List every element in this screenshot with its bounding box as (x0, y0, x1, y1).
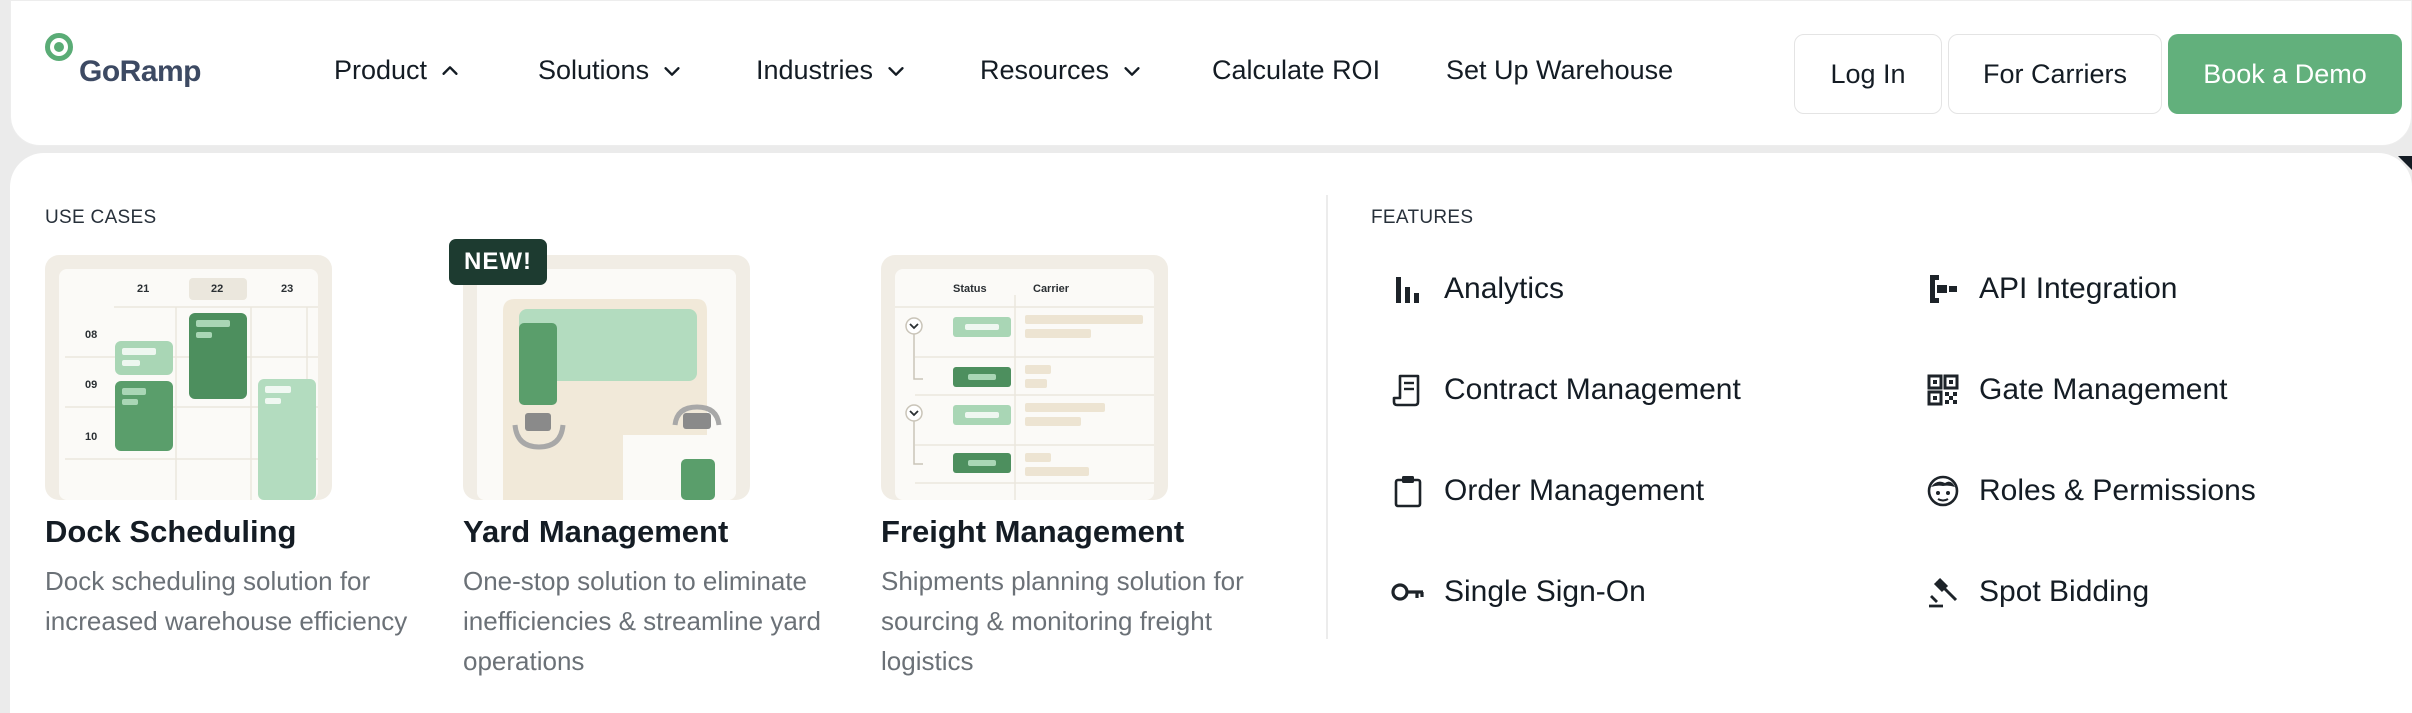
calendar-illustration (65, 278, 318, 500)
top-navigation-bar: GoRamp Product Solutions Industries Reso… (10, 0, 2412, 146)
bar-chart-icon (1388, 269, 1428, 309)
api-integration-icon (1923, 269, 1963, 309)
nav-solutions-label: Solutions (538, 55, 650, 85)
nav-calculate-roi[interactable]: Calculate ROI (1212, 55, 1380, 86)
calendar-day-22: 22 (211, 283, 224, 295)
feature-api-integration-label: API Integration (1979, 272, 2178, 305)
chevron-down-icon (888, 66, 904, 76)
feature-spot-bidding[interactable]: Spot Bidding (1923, 572, 2149, 612)
freight-col-carrier: Carrier (1033, 283, 1070, 295)
nav-set-up-warehouse[interactable]: Set Up Warehouse (1446, 55, 1673, 86)
yard-management-description: One-stop solution to eliminate inefficie… (463, 566, 821, 676)
dock-scheduling-illustration[interactable]: 21 22 23 08 09 10 (45, 255, 332, 500)
face-icon (1923, 471, 1963, 511)
new-badge: NEW! (449, 239, 547, 285)
calendar-hour-09: 09 (85, 379, 98, 391)
features-heading: FEATURES (1371, 207, 1474, 228)
feature-analytics[interactable]: Analytics (1388, 269, 1564, 309)
key-icon (1388, 572, 1428, 612)
contract-icon (1388, 370, 1428, 410)
nav-resources-label: Resources (980, 55, 1110, 85)
calendar-hour-08: 08 (85, 329, 98, 341)
qr-code-icon (1923, 370, 1963, 410)
freight-management-link[interactable]: Freight Management (881, 514, 1184, 550)
feature-gate-management[interactable]: Gate Management (1923, 370, 2227, 410)
nav-industries[interactable]: Industries (756, 55, 907, 86)
freight-management-description: Shipments planning solution for sourcing… (881, 566, 1244, 676)
nav-product[interactable]: Product (334, 55, 461, 86)
feature-single-sign-on-label: Single Sign-On (1444, 575, 1646, 608)
yard-illustration (477, 269, 736, 500)
freight-management-illustration[interactable]: Status Carrier (881, 255, 1168, 500)
yard-management-illustration-inner (477, 269, 736, 500)
yard-management-illustration[interactable] (463, 255, 750, 500)
yard-management-link[interactable]: Yard Management (463, 514, 728, 550)
feature-order-management[interactable]: Order Management (1388, 471, 1704, 511)
feature-analytics-label: Analytics (1444, 272, 1565, 305)
book-a-demo-button[interactable]: Book a Demo (2168, 34, 2402, 114)
chevron-down-icon (664, 66, 680, 76)
feature-single-sign-on[interactable]: Single Sign-On (1388, 572, 1646, 612)
use-cases-heading: USE CASES (45, 207, 157, 228)
log-in-button[interactable]: Log In (1794, 34, 1942, 114)
nav-product-label: Product (334, 55, 428, 85)
nav-industries-label: Industries (756, 55, 874, 85)
menu-divider (1326, 195, 1328, 639)
feature-roles-permissions[interactable]: Roles & Permissions (1923, 471, 2256, 511)
goramp-logo-icon (45, 33, 73, 61)
feature-contract-management[interactable]: Contract Management (1388, 370, 1741, 410)
calendar-day-23: 23 (281, 283, 294, 295)
dock-scheduling-link[interactable]: Dock Scheduling (45, 514, 296, 550)
feature-roles-permissions-label: Roles & Permissions (1979, 474, 2256, 507)
gavel-icon (1923, 572, 1963, 612)
calendar-day-21: 21 (137, 283, 150, 295)
goramp-logo[interactable]: GoRamp (45, 33, 202, 88)
feature-gate-management-label: Gate Management (1979, 373, 2228, 406)
product-mega-menu: USE CASES FEATURES 21 22 23 08 09 10 NEW… (10, 153, 2412, 713)
clipboard-icon (1388, 471, 1428, 511)
for-carriers-button[interactable]: For Carriers (1948, 34, 2162, 114)
feature-api-integration[interactable]: API Integration (1923, 269, 2177, 309)
brand-name: GoRamp (79, 55, 202, 88)
freight-management-illustration-inner: Status Carrier (895, 269, 1154, 500)
freight-col-status: Status (953, 283, 987, 295)
dock-scheduling-description: Dock scheduling solution for increased w… (45, 566, 408, 636)
feature-contract-management-label: Contract Management (1444, 373, 1741, 406)
chevron-down-icon (1124, 66, 1140, 76)
nav-resources[interactable]: Resources (980, 55, 1143, 86)
feature-spot-bidding-label: Spot Bidding (1979, 575, 2150, 608)
dock-scheduling-illustration-inner: 21 22 23 08 09 10 (59, 269, 318, 500)
nav-solutions[interactable]: Solutions (538, 55, 683, 86)
chevron-up-icon (442, 65, 458, 75)
nav-calculate-roi-label: Calculate ROI (1212, 55, 1381, 85)
freight-table-illustration (895, 295, 1154, 500)
calendar-hour-10: 10 (85, 431, 98, 443)
nav-set-up-warehouse-label: Set Up Warehouse (1446, 55, 1674, 85)
feature-order-management-label: Order Management (1444, 474, 1705, 507)
